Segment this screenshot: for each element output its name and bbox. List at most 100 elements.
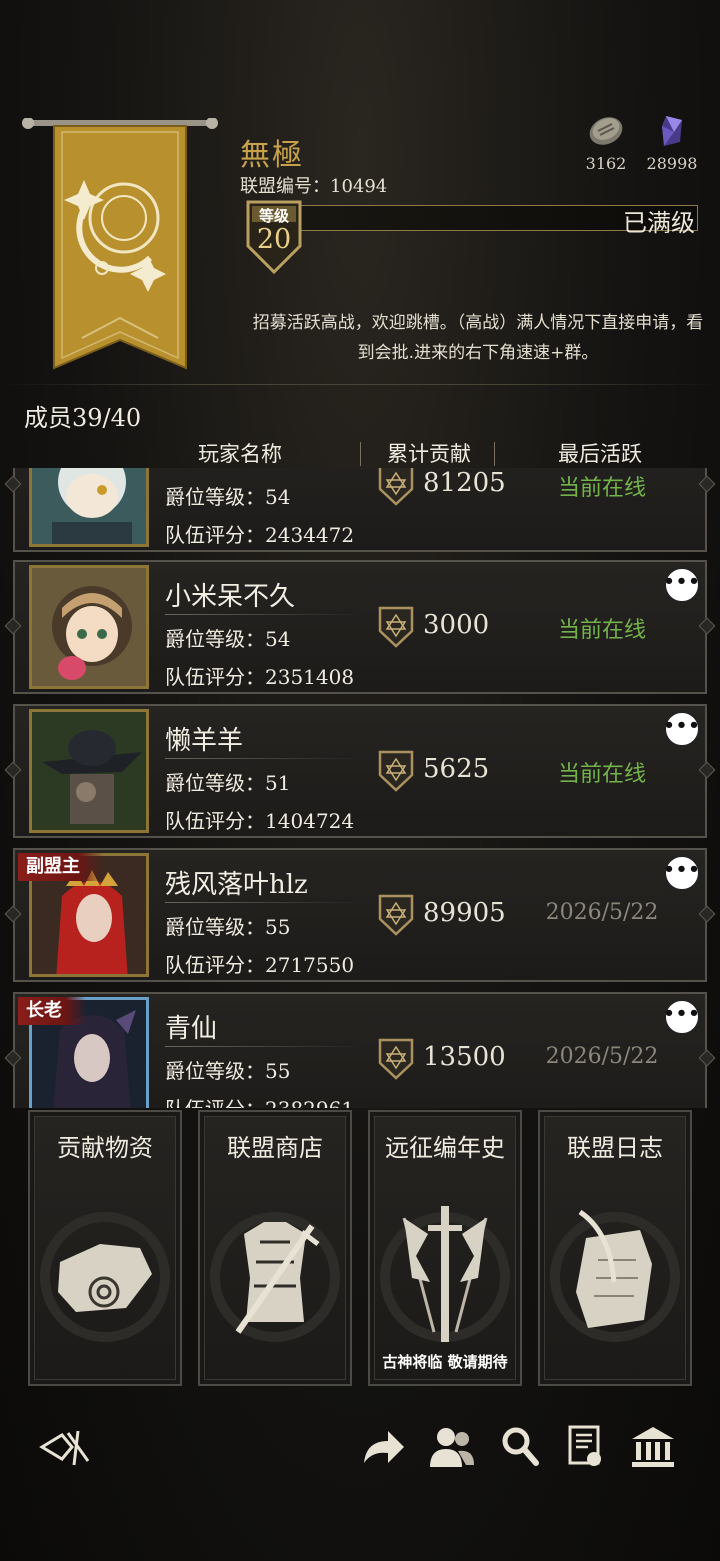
column-last-active[interactable]: 最后活跃 [520, 438, 680, 468]
team-score: 队伍评分：2351408 [165, 665, 355, 689]
card-ornament [698, 617, 716, 635]
contribution-icon [378, 606, 414, 648]
more-icon: ••• [663, 1003, 701, 1024]
alliance-shop-button[interactable]: 联盟商店 [198, 1110, 352, 1386]
card-ornament [698, 761, 716, 779]
card-ornament [4, 761, 22, 779]
column-player-name[interactable]: 玩家名称 [170, 438, 310, 468]
contribution-icon [378, 1038, 414, 1080]
armor-sword-icon [210, 1212, 340, 1342]
currency-coin: 3162 [571, 112, 641, 173]
contribution-value: 89905 [423, 898, 506, 928]
feature-title: 联盟日志 [567, 1134, 663, 1162]
alliance-banner-emblem [22, 118, 218, 370]
last-active: 当前在线 [557, 618, 646, 643]
card-ornament [698, 475, 716, 493]
team-score: 队伍评分：1404724 [165, 809, 355, 833]
player-name: 小米呆不久 [165, 582, 296, 612]
contribution-value: 3000 [423, 610, 490, 640]
back-icon[interactable] [38, 1425, 92, 1469]
crystal-value: 28998 [646, 154, 698, 173]
contribution-value: 13500 [423, 1042, 506, 1072]
last-active: 当前在线 [557, 476, 646, 501]
more-icon: ••• [663, 715, 701, 736]
player-rank: 爵位等级：54 [165, 627, 291, 651]
more-options-button[interactable]: ••• [663, 566, 701, 604]
card-ornament [4, 1049, 22, 1067]
column-divider [360, 442, 361, 466]
alliance-log-button[interactable]: 联盟日志 [538, 1110, 692, 1386]
card-ornament [698, 1049, 716, 1067]
member-list[interactable]: 爵位等级：54 队伍评分：2434472 81205 当前在线 小米呆不久 爵位… [0, 468, 720, 1108]
building-icon[interactable] [630, 1425, 676, 1469]
team-score: 队伍评分：2717550 [165, 953, 355, 977]
divider [0, 384, 720, 385]
column-divider [494, 442, 495, 466]
expedition-chronicle-button[interactable]: 远征编年史 古神将临 敬请期待 [368, 1110, 522, 1386]
currency-crystal: 28998 [637, 112, 707, 173]
contribution-icon [378, 750, 414, 792]
card-ornament [4, 475, 22, 493]
document-icon[interactable] [566, 1425, 606, 1471]
member-count: 成员39/40 [24, 404, 142, 432]
avatar[interactable] [29, 709, 149, 833]
player-name: 残风落叶hlz [165, 870, 308, 900]
coin-value: 3162 [585, 154, 627, 173]
more-icon: ••• [663, 571, 701, 592]
crystal-icon [662, 116, 682, 146]
level-number: 20 [256, 224, 292, 255]
member-card[interactable]: 长老 青仙 爵位等级：55 队伍评分：2382961 13500 2026/5/… [4, 992, 716, 1108]
share-icon[interactable] [360, 1425, 406, 1469]
quill-paper-icon [550, 1209, 680, 1342]
last-active: 2026/5/22 [545, 900, 659, 925]
last-active: 当前在线 [557, 762, 646, 787]
column-contribution[interactable]: 累计贡献 [370, 438, 488, 468]
feature-subtitle: 古神将临 敬请期待 [382, 1353, 508, 1371]
player-rank: 爵位等级：55 [165, 1059, 291, 1083]
member-card[interactable]: 懒羊羊 爵位等级：51 队伍评分：1404724 5625 当前在线 ••• [4, 704, 716, 838]
level-label: 等级 [258, 207, 289, 225]
level-badge: 等级 20 [244, 200, 304, 276]
team-score: 队伍评分：2434472 [165, 523, 355, 547]
name-underline [165, 1046, 361, 1047]
contribution-value: 5625 [423, 754, 490, 784]
avatar[interactable] [29, 565, 149, 689]
last-active: 2026/5/22 [545, 1044, 659, 1069]
alliance-notice: 招募活跃高战，欢迎跳槽。（高战）满人情况下直接申请，看到会批.进来的右下角速速+… [252, 313, 704, 363]
member-card[interactable]: 副盟主 残风落叶hlz 爵位等级：55 队伍评分：2717550 89905 2… [4, 848, 716, 982]
player-name: 懒羊羊 [165, 726, 244, 756]
card-ornament [4, 905, 22, 923]
alliance-name: 無極 [240, 138, 304, 173]
scroll-icon [40, 1212, 170, 1342]
search-icon[interactable] [500, 1425, 540, 1469]
alliance-id: 联盟编号：10494 [240, 176, 388, 197]
team-score: 队伍评分：2382961 [165, 1093, 354, 1108]
name-underline [165, 758, 361, 759]
feature-title: 联盟商店 [227, 1134, 323, 1162]
member-card[interactable]: 爵位等级：54 队伍评分：2434472 81205 当前在线 [4, 468, 716, 552]
more-options-button[interactable]: ••• [663, 710, 701, 748]
card-ornament [698, 905, 716, 923]
contribute-supplies-button[interactable]: 贡献物资 [28, 1110, 182, 1386]
name-underline [165, 902, 361, 903]
role-badge: 长老 [18, 997, 86, 1025]
member-card[interactable]: 小米呆不久 爵位等级：54 队伍评分：2351408 3000 当前在线 ••• [4, 560, 716, 694]
player-rank: 爵位等级：54 [165, 485, 291, 509]
player-name: 青仙 [165, 1014, 218, 1044]
contribution-icon [378, 468, 414, 506]
level-progress-bar: 已满级 [258, 205, 698, 237]
player-rank: 爵位等级：55 [165, 915, 291, 939]
feature-title: 贡献物资 [57, 1134, 153, 1162]
avatar[interactable] [29, 468, 149, 547]
player-rank: 爵位等级：51 [165, 771, 291, 795]
level-status: 已满级 [623, 209, 695, 237]
role-badge: 副盟主 [18, 853, 104, 881]
name-underline [165, 614, 361, 615]
more-options-button[interactable]: ••• [663, 854, 701, 892]
members-icon[interactable] [428, 1425, 476, 1469]
feature-title: 远征编年史 [385, 1134, 505, 1162]
contribution-icon [378, 894, 414, 936]
sword-flags-icon [380, 1206, 510, 1342]
more-options-button[interactable]: ••• [663, 998, 701, 1036]
card-ornament [4, 617, 22, 635]
